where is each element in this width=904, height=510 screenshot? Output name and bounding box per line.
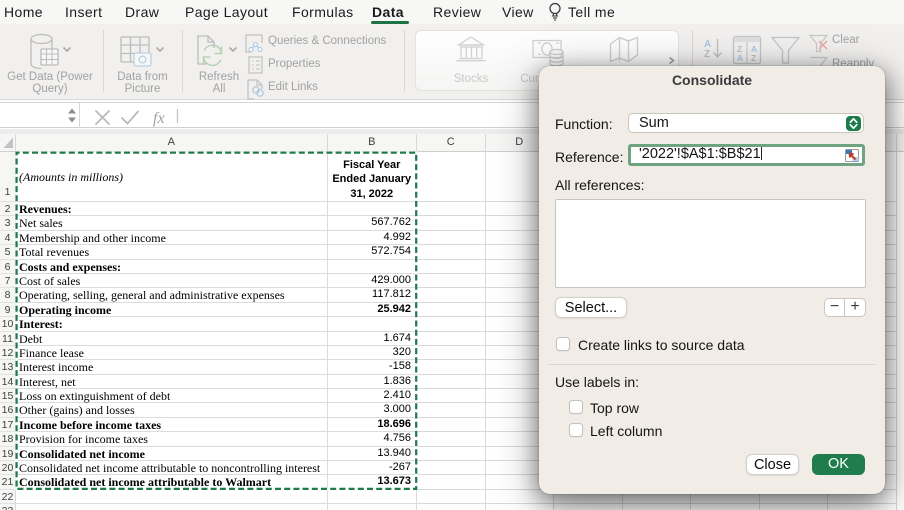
svg-text:Z: Z: [751, 53, 756, 63]
svg-text:A: A: [737, 53, 743, 63]
svg-text:fx: fx: [153, 110, 165, 127]
svg-text:Z: Z: [704, 49, 710, 60]
